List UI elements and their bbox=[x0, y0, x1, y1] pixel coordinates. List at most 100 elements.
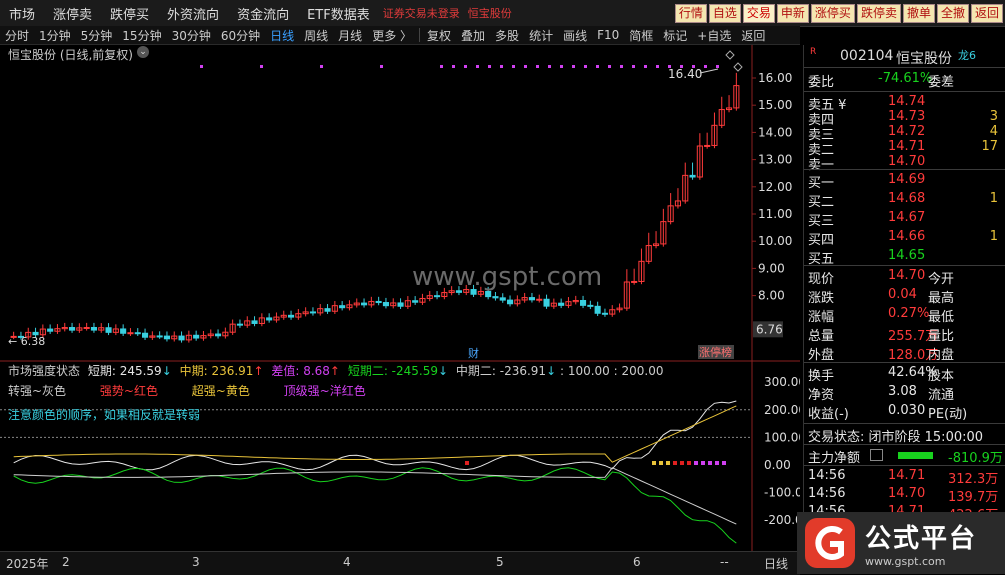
diff-label: 差值: 8.68 bbox=[271, 364, 330, 378]
ask-price: 14.73 bbox=[888, 109, 926, 124]
divider bbox=[804, 362, 1005, 363]
main-net-label: 主力净额 bbox=[808, 451, 861, 466]
legend-gray: 转强~灰色 bbox=[8, 384, 67, 398]
menu-fund-flow[interactable]: 资金流向 bbox=[228, 4, 298, 23]
price-tick-label: 9.00 bbox=[758, 261, 785, 275]
stats-label: 收益(-) bbox=[808, 407, 849, 422]
finance-marker: 财 bbox=[468, 346, 479, 360]
indicator-tick-label: 200.00 bbox=[764, 403, 800, 417]
period-monthly[interactable]: 月线 bbox=[333, 27, 367, 44]
menu-limit-down-buy[interactable]: 跌停买 bbox=[101, 4, 158, 23]
signal-square bbox=[701, 461, 705, 465]
candle-body bbox=[499, 297, 506, 301]
period-more[interactable]: 更多 〉 bbox=[367, 27, 417, 44]
period-15min[interactable]: 15分钟 bbox=[117, 27, 166, 44]
tool-f10[interactable]: F10 bbox=[592, 28, 624, 42]
period-60min[interactable]: 60分钟 bbox=[216, 27, 265, 44]
stock-header: R 002104 恒宝股份 龙6 bbox=[808, 47, 1004, 67]
x-axis: 2025年 2 3 4 5 6 -- 日线 bbox=[0, 551, 800, 575]
period-5min[interactable]: 5分钟 bbox=[76, 27, 118, 44]
tool-adjust[interactable]: 复权 bbox=[422, 27, 456, 44]
watchlist-button[interactable]: 自选 bbox=[708, 4, 741, 23]
tool-frame[interactable]: 简框 bbox=[624, 27, 658, 44]
period-30min[interactable]: 30分钟 bbox=[167, 27, 216, 44]
signal-square bbox=[680, 461, 684, 465]
signal-marker bbox=[464, 65, 467, 68]
tool-mark[interactable]: 标记 bbox=[658, 27, 692, 44]
candle-body bbox=[120, 328, 127, 334]
menu-etf-table[interactable]: ETF数据表 bbox=[298, 4, 379, 23]
tool-draw[interactable]: 画线 bbox=[558, 27, 592, 44]
down-arrow-icon: ↓ bbox=[438, 364, 449, 378]
bid-row: 买二 14.68 1 bbox=[808, 190, 1004, 210]
trade-button[interactable]: 交易 bbox=[742, 4, 775, 23]
mid2-label: 中期二: -236.91 bbox=[455, 364, 547, 378]
candle-body bbox=[397, 302, 404, 307]
bid-volume: 1 bbox=[989, 229, 998, 244]
menu-market[interactable]: 市场 bbox=[0, 4, 44, 23]
candle-body bbox=[631, 280, 638, 283]
cancel-all-button[interactable]: 全撤 bbox=[936, 4, 969, 23]
menu-foreign-flow[interactable]: 外资流向 bbox=[158, 4, 228, 23]
quote-label2: 量比 bbox=[928, 329, 955, 344]
tool-multi[interactable]: 多股 bbox=[490, 27, 524, 44]
limit-down-sell-button[interactable]: 跌停卖 bbox=[856, 4, 901, 23]
signal-marker bbox=[668, 65, 671, 68]
login-status: 证券交易未登录 bbox=[382, 7, 460, 20]
tick-time: 14:56 bbox=[808, 468, 846, 483]
bid-label: 买二 bbox=[808, 195, 835, 210]
stock-name: 恒宝股份 bbox=[896, 51, 952, 67]
indicator-tick-label: -200.0 bbox=[764, 513, 800, 527]
bid-row: 买一 14.69 bbox=[808, 171, 1004, 191]
indicator-tick-label: 100.00 bbox=[764, 430, 800, 444]
tool-overlay[interactable]: 叠加 bbox=[456, 27, 490, 44]
signal-marker bbox=[536, 65, 539, 68]
period-intraday[interactable]: 分时 bbox=[0, 27, 34, 44]
price-tick-label: 8.00 bbox=[758, 289, 785, 303]
limit-up-buy-button[interactable]: 涨停买 bbox=[810, 4, 855, 23]
back-button[interactable]: 返回 bbox=[970, 4, 1003, 23]
stock-code: 002104 bbox=[840, 48, 894, 64]
candle-body bbox=[266, 317, 273, 321]
stats-row: 收益(-) 0.030 PE(动) bbox=[808, 402, 1004, 422]
period-1min[interactable]: 1分钟 bbox=[34, 27, 76, 44]
period-daily[interactable]: 日线 bbox=[265, 27, 299, 44]
table-icon[interactable] bbox=[870, 449, 883, 461]
trade-status-row: 交易状态: 闭市阶段 15:00:00 bbox=[808, 425, 1004, 445]
price-tick-label: 14.00 bbox=[758, 125, 792, 139]
signal-square bbox=[722, 461, 726, 465]
new-stock-button[interactable]: 申新 bbox=[776, 4, 809, 23]
quote-button[interactable]: 行情 bbox=[674, 4, 707, 23]
signal-marker bbox=[476, 65, 479, 68]
stats-label2: 股本 bbox=[928, 369, 955, 384]
x-label-feb: 2 bbox=[62, 555, 70, 569]
quote-row: 现价 14.70 今开 bbox=[808, 267, 1004, 287]
tool-stats[interactable]: 统计 bbox=[524, 27, 558, 44]
chevron-down-icon[interactable]: ⌄ bbox=[137, 46, 149, 58]
tool-back[interactable]: 返回 bbox=[736, 27, 770, 44]
signal-marker bbox=[584, 65, 587, 68]
tool-add-watch[interactable]: +自选 bbox=[692, 27, 736, 44]
tick-row: 14:56 14.71 312.3万 bbox=[808, 467, 1004, 487]
high-pointer bbox=[699, 68, 719, 74]
x-label-period[interactable]: 日线 bbox=[764, 555, 788, 572]
price-tick-label: 15.00 bbox=[758, 98, 792, 112]
signal-marker bbox=[680, 65, 683, 68]
ask-price: 14.71 bbox=[888, 139, 926, 154]
x-label-year: 2025年 bbox=[6, 557, 49, 571]
signal-marker bbox=[500, 65, 503, 68]
period-weekly[interactable]: 周线 bbox=[299, 27, 333, 44]
candle-body bbox=[492, 296, 499, 299]
price-tick-label: 16.00 bbox=[758, 71, 792, 85]
cancel-order-button[interactable]: 撤单 bbox=[902, 4, 935, 23]
divider bbox=[804, 91, 1005, 92]
period-toolbar: 分时 1分钟 5分钟 15分钟 30分钟 60分钟 日线 周线 月线 更多 〉 … bbox=[0, 26, 800, 45]
down-arrow-icon: ↓ bbox=[546, 364, 557, 378]
menu-limit-up-sell[interactable]: 涨停卖 bbox=[44, 4, 101, 23]
bid-label: 买四 bbox=[808, 233, 835, 248]
candlestick-chart[interactable]: 16.00 15.00 14.00 13.00 12.00 11.00 10.00 9.00 8… bbox=[0, 45, 800, 551]
quote-label2: 今开 bbox=[928, 272, 955, 287]
signal-marker bbox=[704, 65, 707, 68]
candle-body bbox=[485, 290, 492, 298]
indicator-legend: 转强~灰色 强势~红色 超强~黄色 顶级强~洋红色 bbox=[8, 382, 366, 399]
